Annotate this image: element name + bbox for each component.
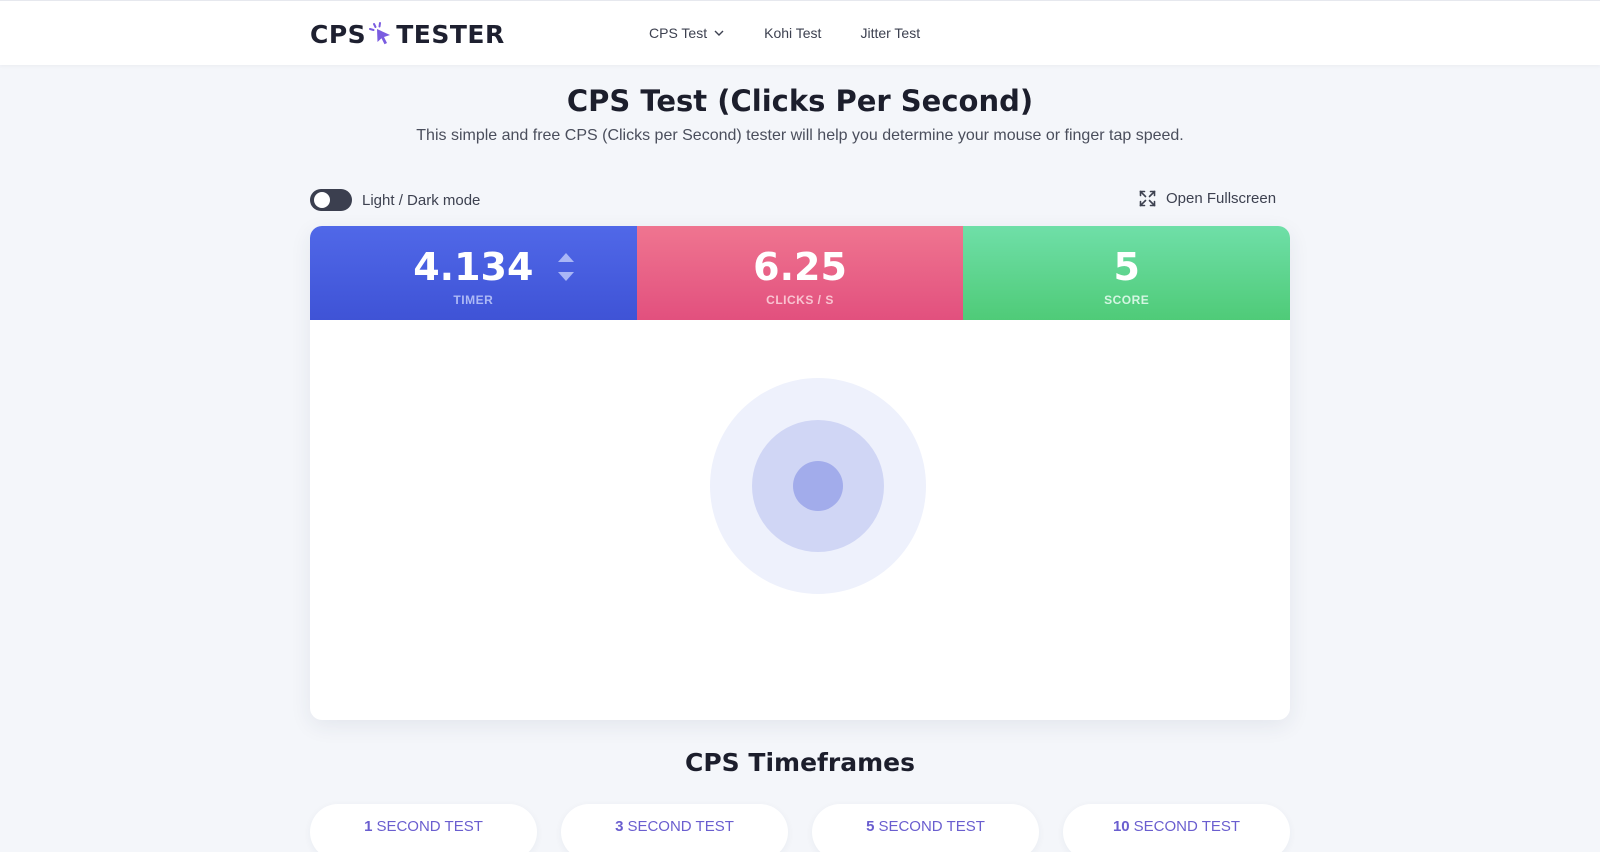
- timeframe-3-second-button[interactable]: 3 SECOND TEST: [561, 804, 788, 852]
- timeframe-label: SECOND TEST: [878, 818, 985, 835]
- timeframe-number: 10: [1112, 818, 1130, 835]
- stats-bar: 4.134 TIMER 6.25 CLICKS / S 5 SCORE: [310, 226, 1290, 320]
- page-subtitle: This simple and free CPS (Clicks per Sec…: [416, 127, 1184, 144]
- cps-test-panel: 4.134 TIMER 6.25 CLICKS / S 5 SCORE: [310, 226, 1290, 720]
- timeframe-label: SECOND TEST: [627, 818, 734, 835]
- click-area[interactable]: [310, 320, 1290, 720]
- logo-text-cps: CPS: [310, 19, 367, 49]
- main-nav: CPS Test Kohi Test Jitter Test: [649, 23, 959, 43]
- cursor-click-icon: [369, 22, 391, 45]
- nav-item-kohi-test[interactable]: Kohi Test: [764, 23, 821, 43]
- timeframes-row: 1 SECOND TEST 3 SECOND TEST 5 SECOND TES…: [310, 804, 1290, 852]
- stat-score: 5 SCORE: [963, 226, 1290, 320]
- theme-toggle-row: Light / Dark mode: [310, 189, 480, 211]
- fullscreen-label: Open Fullscreen: [1166, 190, 1277, 207]
- cps-label: CLICKS / S: [766, 293, 834, 307]
- score-value: 5: [1113, 245, 1140, 289]
- theme-toggle-switch[interactable]: [310, 189, 352, 211]
- cps-value: 6.25: [753, 245, 847, 289]
- toggle-knob: [314, 192, 330, 208]
- timeframe-10-second-button[interactable]: 10 SECOND TEST: [1063, 804, 1290, 852]
- expand-icon: [1139, 190, 1156, 207]
- page-title: CPS Test (Clicks Per Second): [566, 84, 1034, 118]
- nav-item-label: Kohi Test: [764, 25, 822, 41]
- open-fullscreen-button[interactable]: Open Fullscreen: [1139, 190, 1276, 207]
- site-header: CPS TESTER CPS Test Kohi Test Jitter Tes…: [0, 0, 1600, 65]
- chevron-down-icon: [714, 30, 724, 36]
- timeframe-number: 3: [615, 818, 624, 835]
- timer-value: 4.134: [413, 245, 534, 289]
- site-logo[interactable]: CPS TESTER: [310, 19, 505, 49]
- nav-item-jitter-test[interactable]: Jitter Test: [860, 23, 920, 43]
- timeframe-number: 5: [866, 818, 875, 835]
- timeframe-label: SECOND TEST: [1133, 818, 1241, 835]
- stat-clicks-per-second: 6.25 CLICKS / S: [636, 226, 964, 320]
- timeframe-5-second-button[interactable]: 5 SECOND TEST: [812, 804, 1039, 852]
- logo-text-tester: TESTER: [396, 19, 505, 49]
- nav-item-label: CPS Test: [649, 25, 708, 41]
- timeframes-title: CPS Timeframes: [685, 748, 915, 777]
- nav-item-label: Jitter Test: [860, 25, 921, 41]
- stat-timer: 4.134 TIMER: [310, 226, 637, 320]
- timeframe-number: 1: [364, 818, 373, 835]
- nav-item-cps-test[interactable]: CPS Test: [649, 23, 725, 43]
- score-label: SCORE: [1104, 293, 1150, 307]
- timeframe-1-second-button[interactable]: 1 SECOND TEST: [310, 804, 537, 852]
- click-target-core: [793, 461, 843, 511]
- theme-toggle-label: Light / Dark mode: [362, 191, 481, 209]
- timeframe-label: SECOND TEST: [376, 818, 483, 835]
- timer-label: TIMER: [453, 293, 494, 307]
- up-down-arrows-icon[interactable]: [555, 250, 577, 284]
